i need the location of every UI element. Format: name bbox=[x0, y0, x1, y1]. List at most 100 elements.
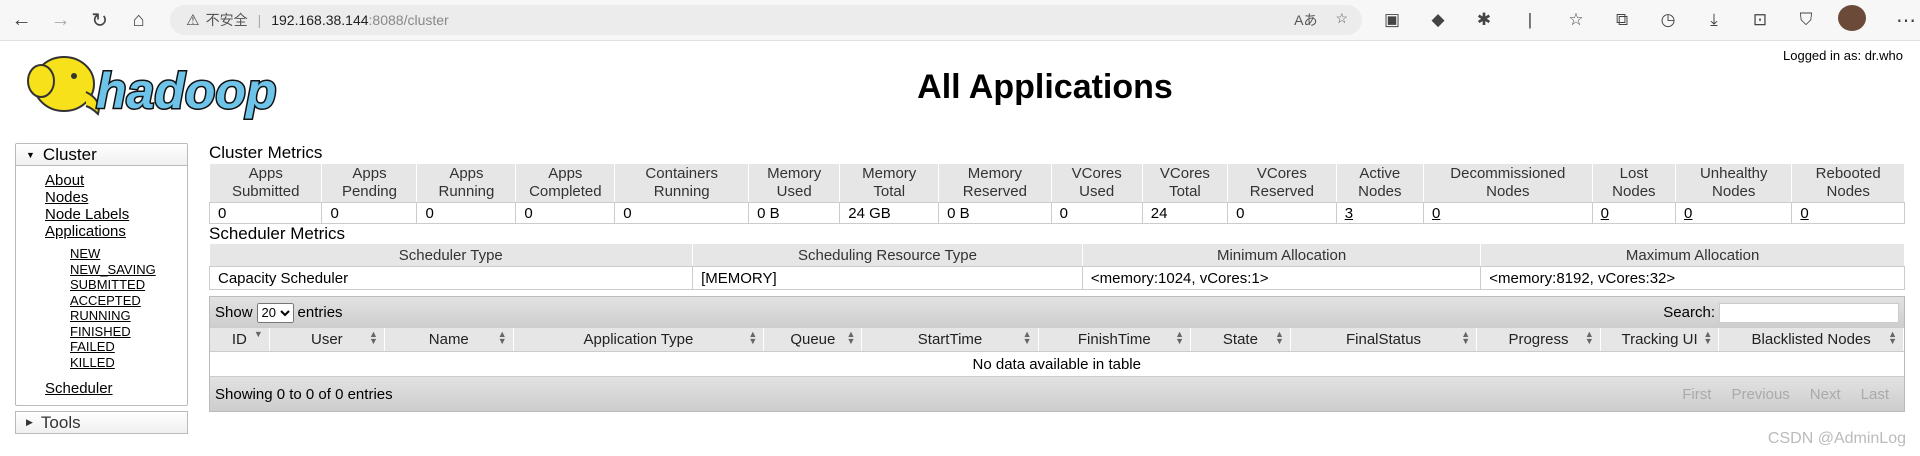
browser-essentials-icon[interactable]: ⛉ bbox=[1792, 10, 1820, 30]
state-link-failed[interactable]: FAILED bbox=[70, 339, 187, 355]
state-link-new[interactable]: NEW bbox=[70, 246, 187, 262]
first-page-button[interactable]: First bbox=[1682, 386, 1711, 403]
extensions-icon[interactable]: ✱ bbox=[1470, 10, 1498, 30]
metric-value: 0 B bbox=[748, 202, 841, 224]
forward-icon[interactable]: → bbox=[43, 2, 78, 38]
column-header-blacklisted-nodes[interactable]: Blacklisted Nodes ▲ ▼ bbox=[1718, 328, 1904, 352]
column-header-finishtime[interactable]: FinishTime ▲ ▼ bbox=[1038, 328, 1191, 352]
entries-label: entries bbox=[297, 304, 343, 321]
screenshot-icon[interactable]: ⊡ bbox=[1746, 10, 1774, 30]
insecure-label[interactable]: 不安全 bbox=[206, 10, 248, 30]
state-link-new-saving[interactable]: NEW_SAVING bbox=[70, 262, 187, 278]
metric-value-link[interactable]: 0 bbox=[1684, 205, 1692, 222]
history-icon[interactable]: ◷ bbox=[1654, 10, 1682, 30]
favorite-add-icon[interactable]: ☆ bbox=[1335, 10, 1348, 30]
state-link-submitted[interactable]: SUBMITTED bbox=[70, 277, 187, 293]
metric-value: 0 bbox=[614, 202, 750, 224]
metric-value-link[interactable]: 0 bbox=[1601, 205, 1609, 222]
avatar[interactable] bbox=[1838, 4, 1867, 36]
metric-value: 0 B bbox=[938, 202, 1052, 224]
state-link-running[interactable]: RUNNING bbox=[70, 308, 187, 324]
favorites-icon[interactable]: ☆ bbox=[1562, 10, 1590, 30]
search-input[interactable] bbox=[1719, 302, 1899, 323]
warning-icon[interactable]: ⚠ bbox=[186, 11, 199, 29]
browser-toolbar: ← → ↻ ⌂ ⚠ 不安全 | 192.168.38.144:8088/clus… bbox=[0, 0, 1920, 41]
metric-value: 0 bbox=[1422, 202, 1593, 224]
scheduler-type-value: Capacity Scheduler bbox=[208, 266, 693, 290]
column-header-queue[interactable]: Queue ▲ ▼ bbox=[763, 328, 863, 352]
sort-icon: ▲ ▼ bbox=[1703, 329, 1713, 346]
metric-value: 24 GB bbox=[839, 202, 940, 224]
home-icon[interactable]: ⌂ bbox=[121, 2, 156, 38]
sort-icon: ▲ ▼ bbox=[1461, 329, 1471, 346]
state-link-accepted[interactable]: ACCEPTED bbox=[70, 293, 187, 309]
sort-icon: ▲ ▼ bbox=[1175, 329, 1184, 346]
sort-icon: ▲ ▼ bbox=[1888, 329, 1897, 346]
metric-value-link[interactable]: 0 bbox=[1432, 205, 1440, 222]
sort-icon: ▲ ▼ bbox=[748, 329, 758, 346]
sidebar-link-nodes[interactable]: Nodes bbox=[45, 189, 187, 206]
extension-icon[interactable]: ▣ bbox=[1378, 10, 1406, 30]
cluster-header[interactable]: ▼ Cluster bbox=[16, 144, 187, 166]
extension-icon-2[interactable]: ◆ bbox=[1424, 10, 1452, 30]
tools-header[interactable]: ▶ Tools bbox=[15, 411, 188, 434]
previous-page-button[interactable]: Previous bbox=[1731, 386, 1789, 403]
next-page-button[interactable]: Next bbox=[1810, 386, 1841, 403]
column-header-tracking-ui[interactable]: Tracking UI ▲ ▼ bbox=[1600, 328, 1720, 352]
entries-info: Showing 0 to 0 of 0 entries bbox=[215, 385, 393, 403]
sort-icon: ▲ ▼ bbox=[497, 329, 507, 346]
column-label: Queue bbox=[790, 331, 836, 348]
scheduler-metrics-title: Scheduler Metrics bbox=[209, 224, 346, 243]
sidebar-link-scheduler[interactable]: Scheduler bbox=[45, 380, 187, 397]
url-port-path: :8088/cluster bbox=[368, 12, 449, 28]
metric-header: Apps Completed bbox=[515, 163, 616, 203]
column-header-user[interactable]: User ▲ ▼ bbox=[269, 328, 385, 352]
address-bar[interactable]: ⚠ 不安全 | 192.168.38.144:8088/cluster Aあ ☆ bbox=[170, 5, 1363, 35]
metric-header: Apps Pending bbox=[321, 163, 418, 203]
column-header-progress[interactable]: Progress ▲ ▼ bbox=[1476, 328, 1601, 352]
metric-value-link[interactable]: 0 bbox=[1800, 205, 1808, 222]
metric-header: Memory Used bbox=[748, 163, 841, 203]
column-header-id[interactable]: ID ▼ bbox=[210, 328, 270, 352]
show-label: Show bbox=[215, 304, 253, 321]
url-host: 192.168.38.144 bbox=[271, 12, 369, 28]
sort-icon: ▲ ▼ bbox=[369, 329, 378, 346]
sort-icon: ▼ bbox=[253, 329, 263, 339]
pagination: First Previous Next Last bbox=[1682, 386, 1889, 403]
metric-header: Apps Submitted bbox=[208, 163, 323, 203]
column-label: Application Type bbox=[583, 331, 694, 348]
maximum-allocation-value: <memory:8192, vCores:32> bbox=[1480, 266, 1905, 290]
metric-value-link[interactable]: 3 bbox=[1345, 205, 1353, 222]
column-header-state[interactable]: State ▲ ▼ bbox=[1190, 328, 1291, 352]
read-aloud-icon[interactable]: Aあ bbox=[1294, 10, 1317, 30]
sidebar-link-node-labels[interactable]: Node Labels bbox=[45, 206, 187, 223]
tools-label: Tools bbox=[40, 412, 81, 432]
column-label: State bbox=[1222, 331, 1258, 348]
state-link-finished[interactable]: FINISHED bbox=[70, 324, 187, 340]
last-page-button[interactable]: Last bbox=[1861, 386, 1889, 403]
watermark: CSDN @AdminLog bbox=[1767, 430, 1906, 447]
search-label: Search: bbox=[1663, 304, 1715, 321]
page-size-select[interactable]: 20 bbox=[256, 302, 294, 323]
metric-value: 0 bbox=[1675, 202, 1793, 224]
cluster-section: ▼ Cluster About Nodes Node Labels Applic… bbox=[15, 143, 188, 406]
column-header-starttime[interactable]: StartTime ▲ ▼ bbox=[861, 328, 1039, 352]
logged-in-label: Logged in as: dr.who bbox=[1783, 48, 1903, 63]
reload-icon[interactable]: ↻ bbox=[82, 2, 117, 38]
column-header-finalstatus[interactable]: FinalStatus ▲ ▼ bbox=[1290, 328, 1478, 352]
metric-value: 3 bbox=[1335, 202, 1424, 224]
back-icon[interactable]: ← bbox=[4, 2, 39, 38]
metric-header: Unhealthy Nodes bbox=[1675, 163, 1793, 203]
more-icon[interactable]: ⋯ bbox=[1892, 8, 1920, 33]
column-label: Progress bbox=[1508, 331, 1569, 348]
collections-icon[interactable]: ⧉ bbox=[1608, 10, 1636, 30]
state-link-killed[interactable]: KILLED bbox=[70, 355, 187, 371]
column-header-name[interactable]: Name ▲ ▼ bbox=[384, 328, 514, 352]
metric-value: 0 bbox=[515, 202, 616, 224]
resource-type-value: [MEMORY] bbox=[692, 266, 1083, 290]
column-label: ID bbox=[231, 331, 247, 348]
download-icon[interactable]: ⤓ bbox=[1700, 10, 1728, 30]
sidebar-link-about[interactable]: About bbox=[45, 172, 187, 189]
column-header-application-type[interactable]: Application Type ▲ ▼ bbox=[513, 328, 765, 352]
sidebar-link-applications[interactable]: Applications bbox=[45, 223, 187, 240]
